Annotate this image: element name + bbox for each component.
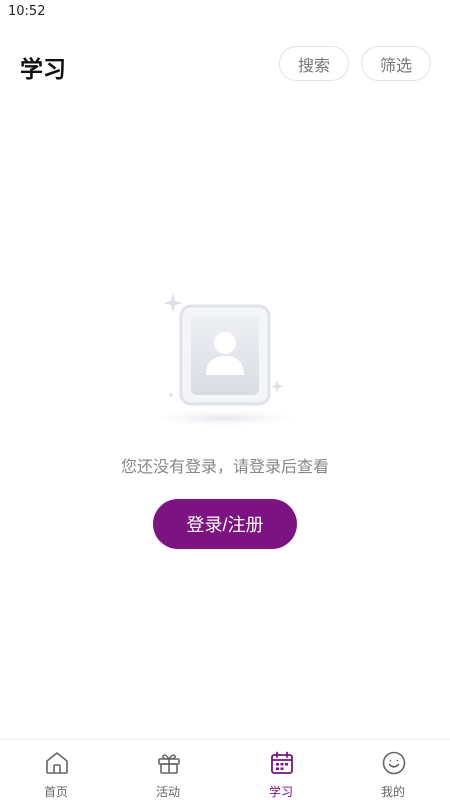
search-button[interactable]: 搜索 [279, 46, 349, 81]
nav-item-mine[interactable]: 我的 [337, 740, 449, 800]
screen: 10:52 学习 搜索 筛选 您还没有登录，请登录后查看 登录/注册 首页 活动… [0, 0, 450, 800]
nav-item-home[interactable]: 首页 [0, 740, 112, 800]
nav-label-home: 首页 [43, 785, 68, 799]
nav-item-study[interactable]: 学习 [225, 740, 337, 800]
nav-item-activity[interactable]: 活动 [112, 740, 224, 800]
login-register-button[interactable]: 登录/注册 [153, 499, 297, 549]
nav-label-study: 学习 [268, 785, 293, 799]
bottom-nav: 首页 活动 学习 我的 [0, 739, 450, 800]
empty-state-illustration [150, 290, 300, 430]
status-bar: 10:52 [0, 0, 450, 26]
filter-button[interactable]: 筛选 [361, 46, 431, 81]
empty-state-message: 您还没有登录，请登录后查看 [120, 457, 329, 476]
page-title: 学习 [20, 57, 66, 83]
home-icon [46, 752, 68, 774]
status-time: 10:52 [8, 4, 46, 19]
gift-icon [158, 754, 180, 774]
empty-profile-icon [157, 293, 293, 426]
nav-label-activity: 活动 [155, 785, 180, 799]
smiley-icon [382, 751, 406, 775]
calendar-icon [271, 751, 293, 774]
header: 学习 搜索 筛选 [0, 40, 450, 88]
nav-label-mine: 我的 [380, 785, 405, 799]
